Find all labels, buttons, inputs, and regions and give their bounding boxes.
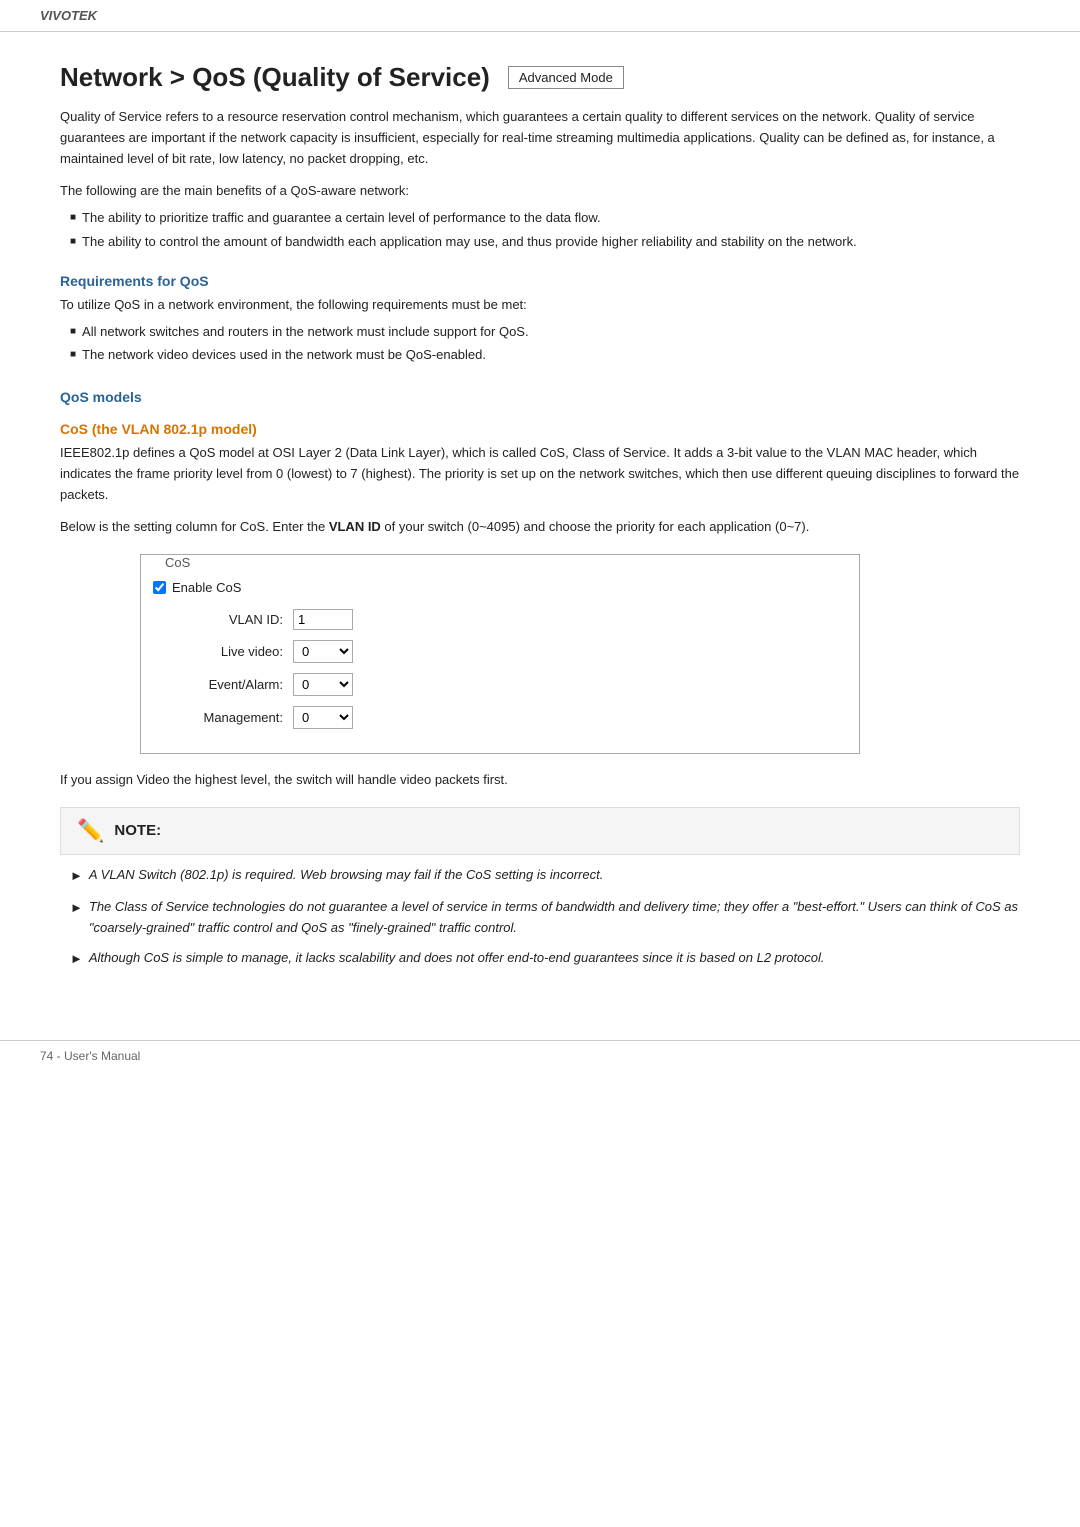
advanced-mode-button[interactable]: Advanced Mode [508,66,624,89]
page-header: VIVOTEK [0,0,1080,32]
note-item-1-text: A VLAN Switch (802.1p) is required. Web … [89,865,603,886]
cos-fieldset-legend: CoS [159,555,847,570]
vlan-id-row: VLAN ID: [173,609,847,630]
live-video-label: Live video: [173,644,293,659]
note-item-2-text: The Class of Service technologies do not… [89,897,1020,939]
intro-bullets: The ability to prioritize traffic and gu… [70,208,1020,251]
cos-para2-pre: Below is the setting column for CoS. Ent… [60,519,329,534]
note-items: ► A VLAN Switch (802.1p) is required. We… [70,865,1020,970]
note-arrow-1: ► [70,866,83,887]
footer-text: 74 - User's Manual [40,1049,140,1063]
intro-para1: Quality of Service refers to a resource … [60,107,1020,169]
enable-cos-row: Enable CoS [153,580,847,595]
brand-label: VIVOTEK [40,8,97,23]
note-box: ✏️ NOTE: [60,807,1020,855]
requirements-bullets: All network switches and routers in the … [70,322,1020,365]
note-item-3: ► Although CoS is simple to manage, it l… [70,948,1020,970]
live-video-select[interactable]: 0123 4567 [293,640,353,663]
event-alarm-row: Event/Alarm: 0123 4567 [173,673,847,696]
management-row: Management: 0123 4567 [173,706,847,729]
note-arrow-2: ► [70,898,83,919]
note-arrow-3: ► [70,949,83,970]
cos-title: CoS (the VLAN 802.1p model) [60,421,1020,437]
enable-cos-checkbox[interactable] [153,581,166,594]
cos-para1: IEEE802.1p defines a QoS model at OSI La… [60,443,1020,505]
enable-cos-label: Enable CoS [172,580,241,595]
cos-para2: Below is the setting column for CoS. Ent… [60,517,1020,538]
management-select[interactable]: 0123 4567 [293,706,353,729]
page-content: Network > QoS (Quality of Service) Advan… [0,32,1080,1020]
note-item-3-text: Although CoS is simple to manage, it lac… [89,948,825,969]
cos-fieldset-wrapper: CoS Enable CoS VLAN ID: Live video: 0123… [140,554,860,754]
requirements-title: Requirements for QoS [60,273,1020,289]
intro-para2: The following are the main benefits of a… [60,181,1020,202]
req-bullet-2: The network video devices used in the ne… [70,345,1020,365]
vlan-id-input[interactable] [293,609,353,630]
qos-models-link[interactable]: QoS models [60,389,1020,405]
after-cos-text: If you assign Video the highest level, t… [60,770,1020,791]
requirements-intro: To utilize QoS in a network environment,… [60,295,1020,316]
event-alarm-select[interactable]: 0123 4567 [293,673,353,696]
page-title: Network > QoS (Quality of Service) [60,62,490,93]
vlan-id-label: VLAN ID: [173,612,293,627]
page-title-row: Network > QoS (Quality of Service) Advan… [60,62,1020,93]
note-item-2: ► The Class of Service technologies do n… [70,897,1020,939]
intro-bullet-1: The ability to prioritize traffic and gu… [70,208,1020,228]
page-footer: 74 - User's Manual [0,1040,1080,1071]
live-video-row: Live video: 0123 4567 [173,640,847,663]
cos-para2-post: of your switch (0~4095) and choose the p… [381,519,810,534]
event-alarm-label: Event/Alarm: [173,677,293,692]
management-label: Management: [173,710,293,725]
note-label: NOTE: [114,822,161,839]
note-icon: ✏️ [77,818,104,844]
cos-para2-bold: VLAN ID [329,519,381,534]
cos-section: CoS (the VLAN 802.1p model) IEEE802.1p d… [60,421,1020,754]
req-bullet-1: All network switches and routers in the … [70,322,1020,342]
requirements-section: Requirements for QoS To utilize QoS in a… [60,273,1020,365]
note-item-1: ► A VLAN Switch (802.1p) is required. We… [70,865,1020,887]
intro-bullet-2: The ability to control the amount of ban… [70,232,1020,252]
